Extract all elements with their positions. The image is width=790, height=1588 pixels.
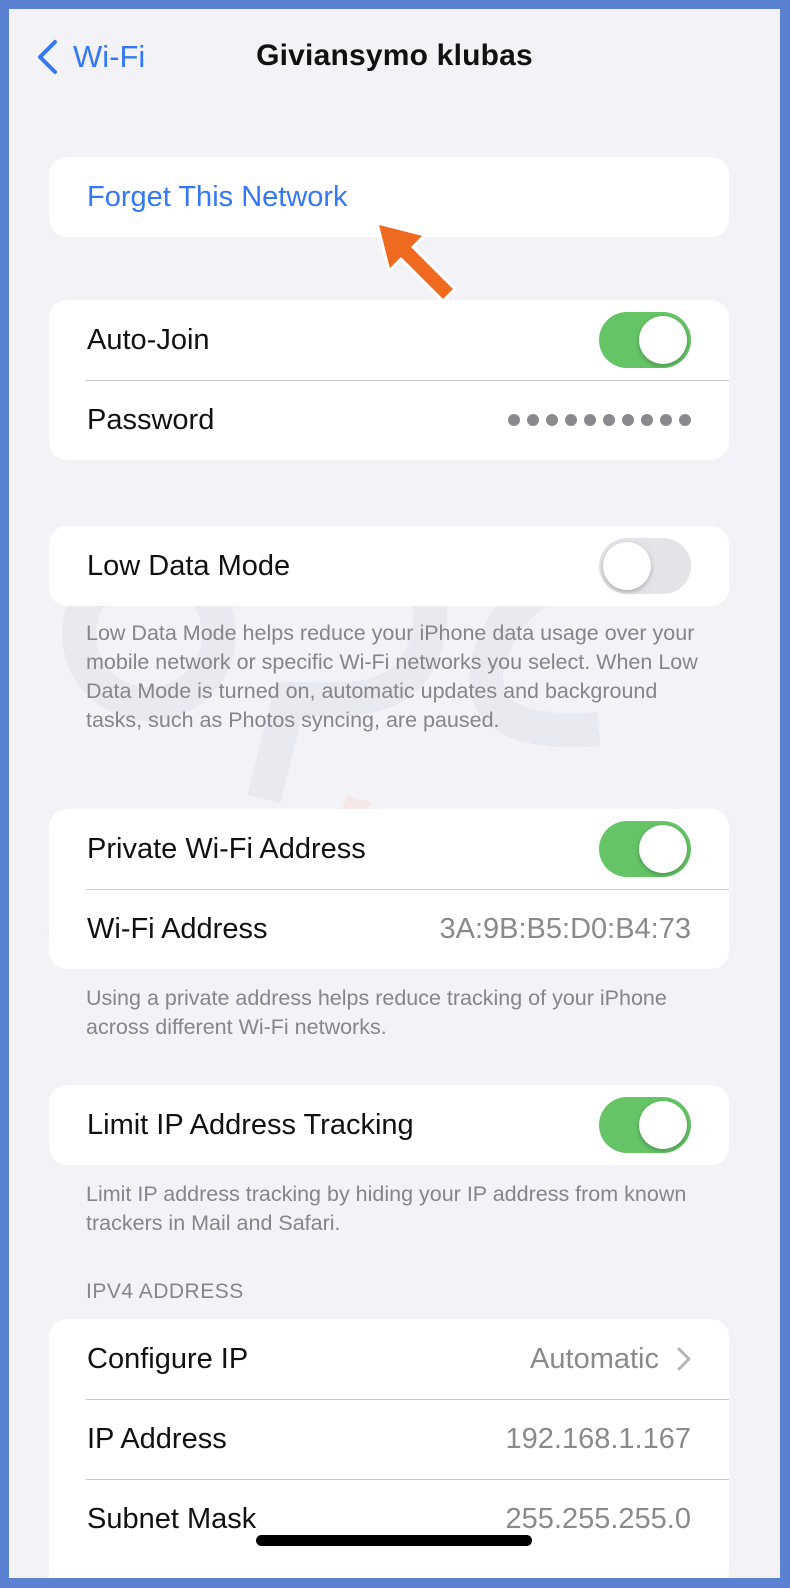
forget-network-label: Forget This Network — [87, 180, 348, 213]
private-address-label: Private Wi-Fi Address — [87, 832, 366, 865]
private-address-row: Private Wi-Fi Address — [49, 809, 729, 889]
limit-ip-row: Limit IP Address Tracking — [49, 1085, 729, 1165]
settings-screen: Wi-Fi Giviansymo klubas Forget This Netw… — [9, 9, 780, 1578]
password-row[interactable]: Password — [49, 380, 729, 460]
page-title: Giviansymo klubas — [256, 39, 533, 72]
private-address-card: Private Wi-Fi Address Wi-Fi Address 3A:9… — [49, 809, 729, 969]
low-data-card: Low Data Mode — [49, 526, 729, 606]
join-settings-card: Auto-Join Password — [49, 300, 729, 460]
private-address-toggle[interactable] — [599, 821, 691, 877]
ipv4-section-header: IPV4 ADDRESS — [86, 1280, 244, 1303]
limit-ip-footnote: Limit IP address tracking by hiding your… — [86, 1182, 687, 1235]
ip-address-value: 192.168.1.167 — [505, 1422, 691, 1455]
low-data-row: Low Data Mode — [49, 526, 729, 606]
chevron-right-icon — [677, 1347, 691, 1371]
navigation-bar: Wi-Fi Giviansymo klubas — [9, 9, 780, 109]
ip-address-label: IP Address — [87, 1422, 227, 1455]
pointer-arrow-icon — [375, 221, 457, 303]
configure-ip-label: Configure IP — [87, 1342, 249, 1375]
configure-ip-value: Automatic — [530, 1342, 659, 1375]
password-label: Password — [87, 403, 215, 436]
home-indicator[interactable] — [256, 1535, 532, 1546]
limit-ip-card: Limit IP Address Tracking — [49, 1085, 729, 1165]
subnet-mask-value: 255.255.255.0 — [505, 1502, 691, 1535]
wifi-address-label: Wi-Fi Address — [87, 912, 268, 945]
low-data-toggle[interactable] — [599, 538, 691, 594]
limit-ip-toggle[interactable] — [599, 1097, 691, 1153]
limit-ip-label: Limit IP Address Tracking — [87, 1108, 414, 1141]
subnet-mask-label: Subnet Mask — [87, 1502, 257, 1535]
auto-join-label: Auto-Join — [87, 323, 210, 356]
low-data-footnote: Low Data Mode helps reduce your iPhone d… — [86, 621, 698, 732]
wifi-address-row: Wi-Fi Address 3A:9B:B5:D0:B4:73 — [49, 889, 729, 969]
subnet-mask-row: Subnet Mask 255.255.255.0 — [49, 1479, 729, 1559]
low-data-label: Low Data Mode — [87, 549, 291, 582]
password-masked-value — [508, 414, 691, 426]
configure-ip-row[interactable]: Configure IP Automatic — [49, 1319, 729, 1399]
private-address-footnote: Using a private address helps reduce tra… — [86, 986, 667, 1039]
auto-join-toggle[interactable] — [599, 312, 691, 368]
ip-address-row: IP Address 192.168.1.167 — [49, 1399, 729, 1479]
wifi-address-value: 3A:9B:B5:D0:B4:73 — [439, 912, 692, 945]
auto-join-row: Auto-Join — [49, 300, 729, 380]
